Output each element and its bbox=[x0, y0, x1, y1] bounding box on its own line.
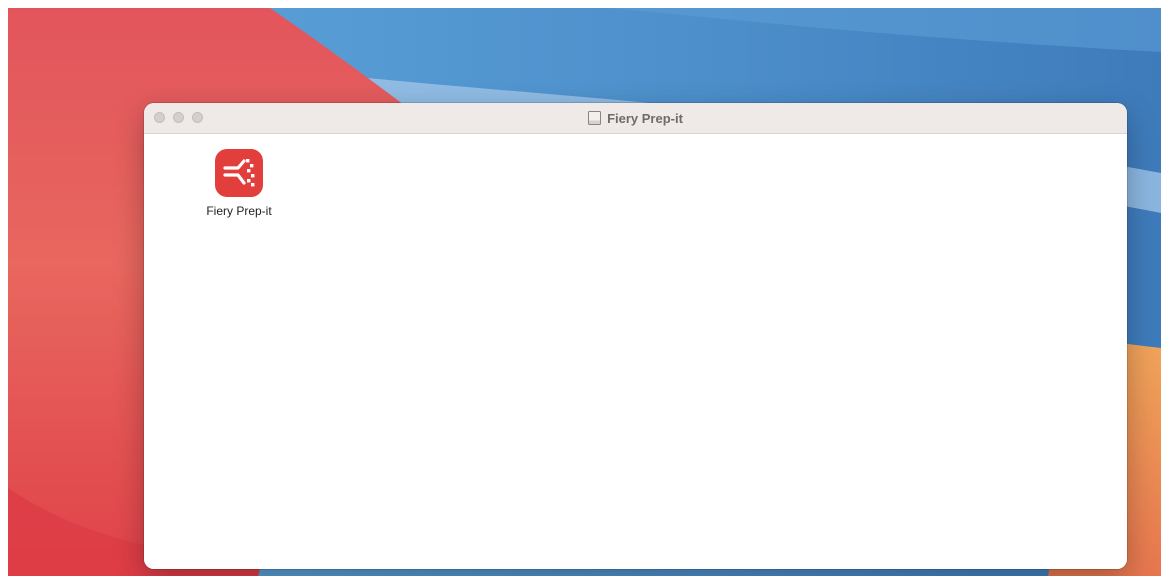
finder-window[interactable]: Fiery Prep-it Fiery Prep-it bbox=[144, 103, 1127, 569]
window-title-group: Fiery Prep-it bbox=[144, 103, 1127, 133]
file-item-fiery-prep-it[interactable]: Fiery Prep-it bbox=[184, 148, 294, 218]
desktop: Fiery Prep-it Fiery Prep-it bbox=[0, 0, 1161, 576]
window-content[interactable]: Fiery Prep-it bbox=[144, 134, 1127, 569]
file-label[interactable]: Fiery Prep-it bbox=[206, 204, 271, 218]
fiery-prep-it-app-icon[interactable] bbox=[214, 148, 264, 198]
window-title: Fiery Prep-it bbox=[607, 110, 683, 126]
window-titlebar[interactable]: Fiery Prep-it bbox=[144, 103, 1127, 134]
disk-image-icon bbox=[588, 111, 602, 125]
